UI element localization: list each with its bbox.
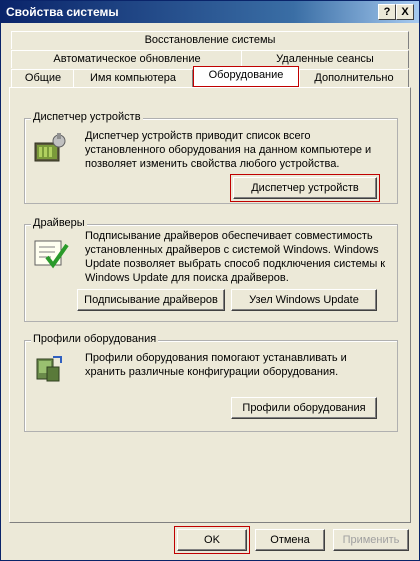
- device-manager-title: Диспетчер устройств: [31, 111, 143, 123]
- hardware-panel: Диспетчер устройств Диспетчер устройств …: [9, 87, 411, 523]
- device-manager-button[interactable]: Диспетчер устройств: [230, 174, 380, 202]
- tab-hardware[interactable]: Оборудование: [193, 66, 299, 87]
- hardware-profiles-description: Профили оборудования помогают устанавлив…: [85, 352, 347, 378]
- title-bar[interactable]: Свойства системы ? X: [1, 1, 419, 23]
- hardware-profiles-icon: [36, 356, 62, 382]
- window-title: Свойства системы: [6, 5, 119, 19]
- hardware-profiles-group: Профили оборудования Профили оборудовани…: [24, 333, 398, 432]
- tab-general[interactable]: Общие: [11, 69, 75, 87]
- windows-update-button[interactable]: Узел Windows Update: [231, 289, 377, 311]
- driver-signing-button[interactable]: Подписывание драйверов: [77, 289, 225, 311]
- drivers-title: Драйверы: [31, 217, 87, 229]
- hardware-profiles-title: Профили оборудования: [31, 333, 159, 345]
- system-properties-window: Свойства системы ? X Восстановление сист…: [0, 0, 420, 561]
- tab-advanced[interactable]: Дополнительно: [299, 69, 409, 87]
- drivers-group: Драйверы Подписывание драйверов обеспечи…: [24, 217, 398, 322]
- tab-computer-name[interactable]: Имя компьютера: [73, 69, 193, 87]
- hardware-profiles-button[interactable]: Профили оборудования: [231, 397, 377, 419]
- device-manager-group: Диспетчер устройств Диспетчер устройств …: [24, 111, 398, 204]
- device-manager-icon: [34, 133, 66, 162]
- device-manager-description: Диспетчер устройств приводит список всег…: [85, 130, 372, 170]
- cancel-button[interactable]: Отмена: [255, 529, 325, 551]
- close-button[interactable]: X: [396, 4, 414, 20]
- help-button[interactable]: ?: [378, 4, 396, 20]
- ok-button[interactable]: OK: [174, 526, 250, 554]
- drivers-description: Подписывание драйверов обеспечивает совм…: [85, 230, 386, 284]
- tab-system-restore[interactable]: Восстановление системы: [11, 31, 409, 49]
- driver-document-icon: [34, 240, 69, 269]
- apply-button[interactable]: Применить: [333, 529, 409, 551]
